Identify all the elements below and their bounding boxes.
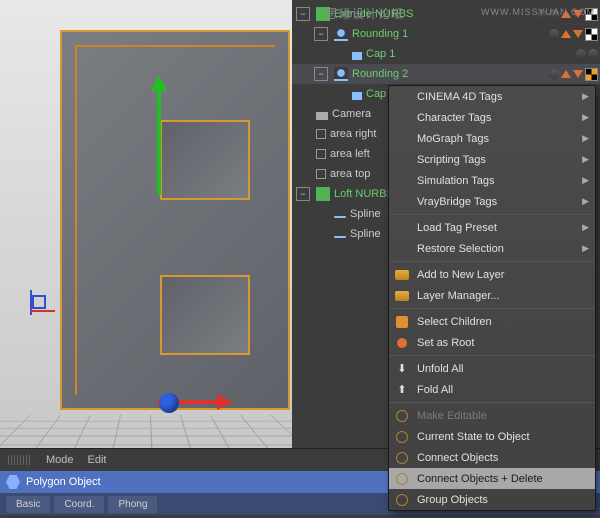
menu-separator (389, 402, 595, 403)
expander-icon[interactable]: − (314, 27, 328, 41)
camera-icon (316, 112, 328, 120)
object-label: Loft NURBS (334, 188, 394, 200)
rounding-icon (334, 27, 348, 41)
menu-mograph-tags[interactable]: MoGraph Tags▶ (389, 128, 595, 149)
menu-group-objects[interactable]: Group Objects (389, 489, 595, 510)
menu-select-children[interactable]: Select Children (389, 311, 595, 332)
state-icon (396, 431, 408, 443)
menu-restore-selection[interactable]: Restore Selection▶ (389, 238, 595, 259)
object-label: area top (330, 168, 370, 180)
grip-icon[interactable] (8, 455, 32, 465)
menu-vraybridge-tags[interactable]: VrayBridge Tags▶ (389, 191, 595, 212)
object-label: area right (330, 128, 376, 140)
object-label: Camera (332, 108, 371, 120)
menu-layer-manager[interactable]: Layer Manager... (389, 285, 595, 306)
letter-b-mesh (60, 30, 290, 410)
menu-character-tags[interactable]: Character Tags▶ (389, 107, 595, 128)
expander-icon[interactable]: − (296, 187, 310, 201)
gizmo-z-origin[interactable] (159, 393, 179, 413)
cap-icon (352, 92, 362, 100)
area-light-icon (316, 149, 326, 159)
watermark-text: 思缘设计论坛 (326, 5, 404, 22)
menu-separator (389, 261, 595, 262)
viewport-3d[interactable] (0, 0, 292, 448)
menu-cinema4d-tags[interactable]: CINEMA 4D Tags ▶ (389, 86, 595, 107)
root-icon (397, 338, 407, 348)
menu-set-as-root[interactable]: Set as Root (389, 332, 595, 353)
connect-delete-icon (396, 473, 408, 485)
menu-fold-all[interactable]: ⬆Fold All (389, 379, 595, 400)
object-label: Cap 1 (366, 48, 395, 60)
menu-label: CINEMA 4D Tags (417, 91, 502, 103)
cap-icon (352, 52, 362, 60)
area-light-icon (316, 169, 326, 179)
expander-icon[interactable]: − (314, 67, 328, 81)
menu-connect-objects-delete[interactable]: Connect Objects + Delete (389, 468, 595, 489)
menu-separator (389, 308, 595, 309)
group-icon (396, 494, 408, 506)
edit-menu[interactable]: Edit (88, 454, 107, 466)
polygon-icon (6, 475, 20, 489)
menu-separator (389, 355, 595, 356)
object-label: Rounding 1 (352, 28, 408, 40)
area-light-icon (316, 129, 326, 139)
mode-menu[interactable]: Mode (46, 454, 74, 466)
watermark-url: WWW.MISSYUAN.COM (481, 7, 595, 17)
spline-icon (334, 216, 346, 218)
menu-unfold-all[interactable]: ⬇Unfold All (389, 358, 595, 379)
object-label: area left (330, 148, 370, 160)
menu-add-to-new-layer[interactable]: Add to New Layer (389, 264, 595, 285)
menu-connect-objects[interactable]: Connect Objects (389, 447, 595, 468)
tab-basic[interactable]: Basic (6, 496, 50, 513)
spline-icon (334, 236, 346, 238)
make-editable-icon (396, 410, 408, 422)
tab-coord[interactable]: Coord. (54, 496, 104, 513)
menu-load-tag-preset[interactable]: Load Tag Preset▶ (389, 217, 595, 238)
select-children-icon (396, 316, 408, 328)
layer-manager-icon (395, 291, 409, 301)
fold-icon: ⬆ (393, 382, 411, 398)
rounding-icon (334, 67, 348, 81)
menu-simulation-tags[interactable]: Simulation Tags▶ (389, 170, 595, 191)
menu-scripting-tags[interactable]: Scripting Tags▶ (389, 149, 595, 170)
context-menu[interactable]: CINEMA 4D Tags ▶ Character Tags▶ MoGraph … (388, 85, 596, 511)
tab-phong[interactable]: Phong (108, 496, 157, 513)
loft-icon (316, 187, 330, 201)
menu-current-state-to-object[interactable]: Current State to Object (389, 426, 595, 447)
layer-icon (395, 270, 409, 280)
submenu-arrow-icon: ▶ (582, 91, 589, 102)
expander-icon[interactable]: − (296, 7, 310, 21)
object-label: Spline (350, 208, 381, 220)
gizmo-y-axis[interactable] (157, 85, 161, 195)
menu-make-editable: Make Editable (389, 405, 595, 426)
unfold-icon: ⬇ (393, 361, 411, 377)
object-label: Spline (350, 228, 381, 240)
connect-icon (396, 452, 408, 464)
menu-separator (389, 214, 595, 215)
object-type-label: Polygon Object (26, 476, 101, 488)
object-label: Rounding 2 (352, 68, 408, 80)
